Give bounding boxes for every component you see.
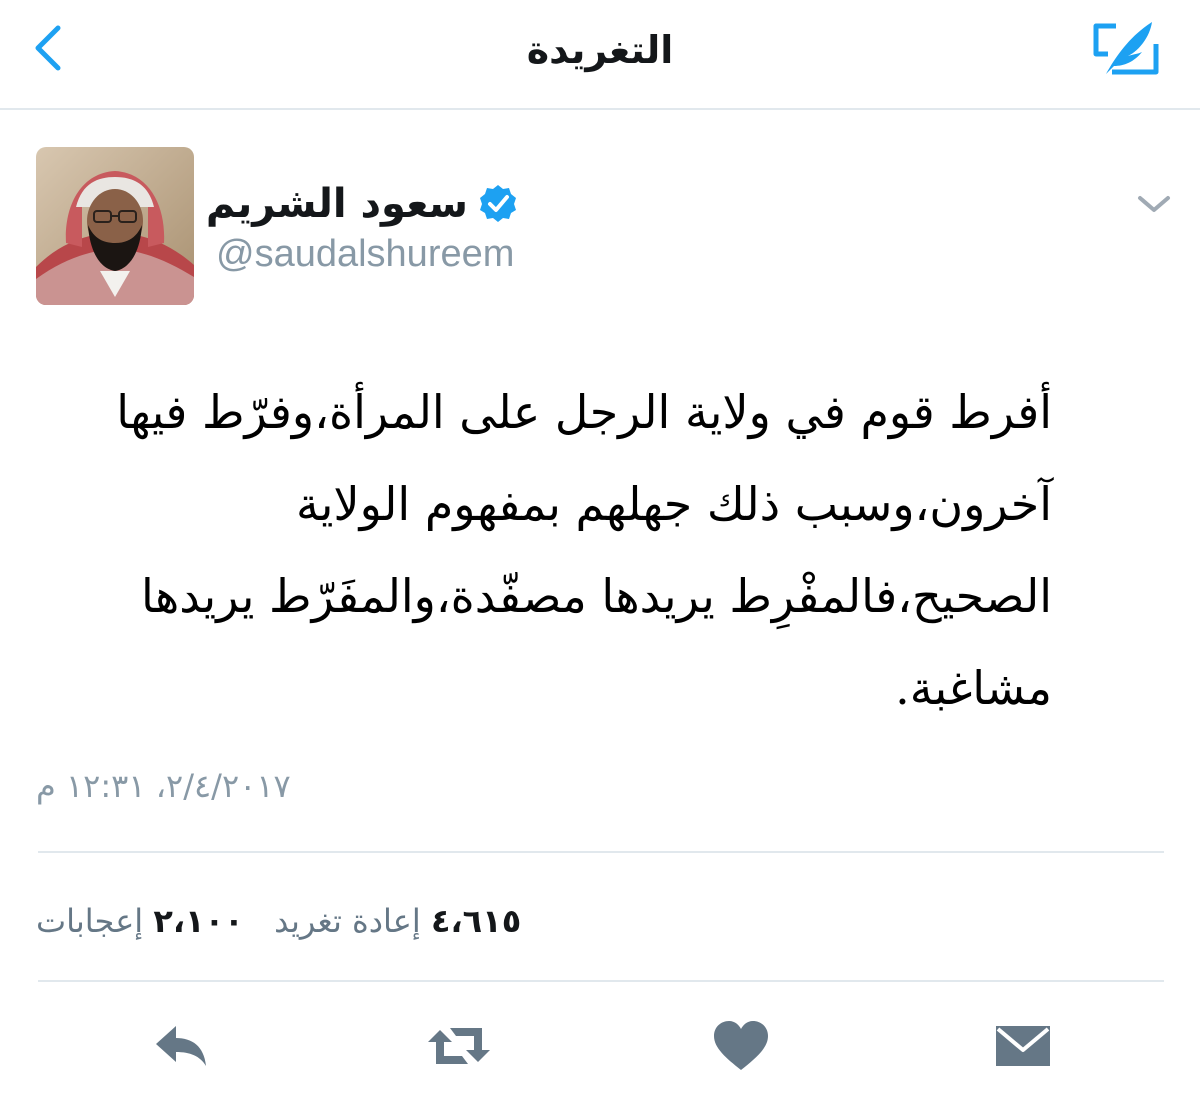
tweet-text: أفرط قوم في ولاية الرجل على المرأة،وفرّط… — [40, 366, 1052, 734]
direct-message-button[interactable] — [988, 1016, 1058, 1076]
tweet-text-line: مشاغبة. — [895, 661, 1052, 715]
author-avatar[interactable] — [36, 147, 194, 305]
heart-icon — [714, 1021, 768, 1070]
page-title: التغريدة — [526, 28, 674, 72]
tweet-text-line: الصحيح،فالمفْرِط يريدها مصفّدة،والمفَرّط… — [141, 569, 1052, 623]
tweet-timestamp: ٢/٤/٢٠١٧، ١٢:٣١ م — [36, 767, 291, 805]
reply-button[interactable] — [146, 1016, 216, 1076]
retweets-stat[interactable]: ٤،٦١٥ إعادة تغريد — [264, 902, 521, 940]
retweets-label: إعادة تغريد — [274, 902, 421, 940]
tweet-text-line: آخرون،وسبب ذلك جهلهم بمفهوم الولاية — [295, 477, 1052, 531]
tweet-stats: ٤،٦١٥ إعادة تغريد ٢،١٠٠ إعجابات — [36, 896, 521, 946]
reply-icon — [156, 1026, 206, 1066]
chevron-left-icon — [35, 25, 61, 71]
like-button[interactable] — [706, 1016, 776, 1076]
divider — [38, 980, 1164, 982]
likes-stat[interactable]: ٢،١٠٠ إعجابات — [36, 902, 244, 940]
compose-tweet-button[interactable] — [1086, 14, 1166, 84]
author-display-name[interactable]: سعود الشريم — [200, 178, 468, 230]
likes-label: إعجابات — [36, 902, 144, 940]
top-navigation-bar: التغريدة — [0, 0, 1200, 110]
avatar-portrait-image — [36, 147, 194, 305]
retweet-button[interactable] — [424, 1016, 494, 1076]
retweet-icon — [428, 1028, 490, 1064]
divider — [38, 851, 1164, 853]
likes-count: ٢،١٠٠ — [153, 902, 244, 940]
back-button[interactable] — [24, 18, 80, 78]
author-handle[interactable]: @saudalshureem — [216, 230, 514, 278]
tweet-options-button[interactable] — [1132, 188, 1176, 220]
compose-tweet-icon — [1093, 22, 1159, 75]
envelope-icon — [996, 1026, 1050, 1066]
chevron-down-icon — [1138, 196, 1170, 212]
verified-badge-icon — [478, 183, 518, 223]
tweet-text-line: أفرط قوم في ولاية الرجل على المرأة،وفرّط… — [116, 385, 1052, 439]
retweets-count: ٤،٦١٥ — [430, 902, 522, 940]
